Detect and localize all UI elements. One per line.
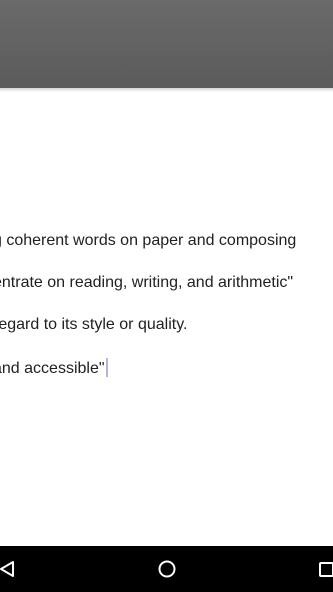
home-circle-icon	[158, 560, 176, 578]
home-button[interactable]	[137, 546, 197, 592]
document-line-3[interactable]: regard to its style or quality.	[0, 316, 187, 334]
system-navigation-bar	[0, 546, 333, 592]
recents-button[interactable]	[296, 546, 333, 592]
document-line-4[interactable]: and accessible"	[0, 358, 108, 378]
document-body[interactable]: g coherent words on paper and composing …	[0, 92, 333, 546]
recents-square-icon	[319, 562, 333, 577]
document-line-2[interactable]: entrate on reading, writing, and arithme…	[0, 274, 293, 292]
back-triangle-icon	[0, 561, 14, 577]
app-bar	[0, 0, 333, 88]
text-cursor	[105, 358, 108, 377]
document-line-4-text: and accessible"	[0, 360, 105, 377]
back-button[interactable]	[0, 546, 38, 592]
document-line-1[interactable]: g coherent words on paper and composing	[0, 232, 296, 250]
